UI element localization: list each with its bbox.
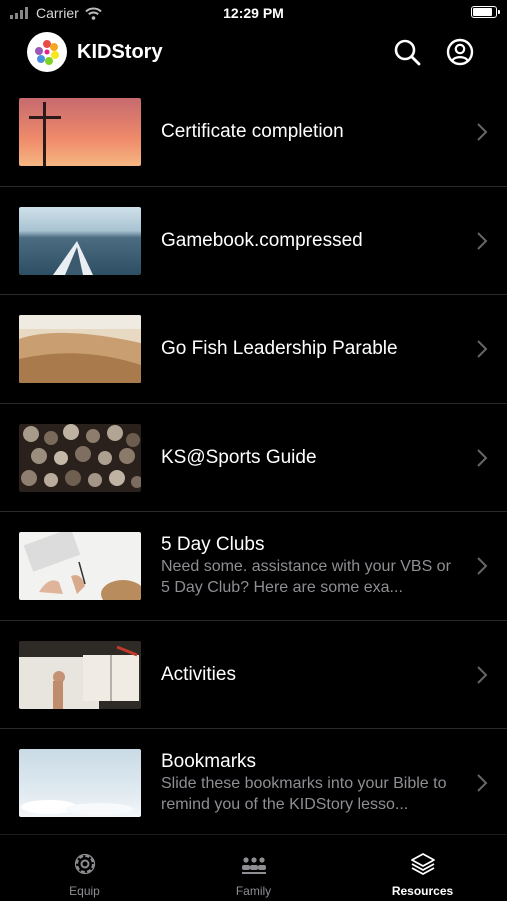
reading-book-image xyxy=(19,640,141,709)
list-item-title: Certificate completion xyxy=(161,121,344,143)
list-item-text: Gamebook.compressed xyxy=(161,187,457,295)
battery-icon xyxy=(471,6,500,18)
list-item-title: KS@Sports Guide xyxy=(161,446,317,468)
app-header: KIDStory xyxy=(0,28,507,78)
layers-icon xyxy=(411,853,435,875)
chevron-right-icon xyxy=(477,665,488,684)
cross-sunset-image xyxy=(19,98,141,166)
list-item[interactable]: KS@Sports Guide xyxy=(0,404,507,512)
tab-label: Resources xyxy=(391,884,454,898)
list-item-title: Go Fish Leadership Parable xyxy=(161,338,398,360)
list-item[interactable]: Certificate completion xyxy=(0,78,507,187)
list-item[interactable]: Go Fish Leadership Parable xyxy=(0,295,507,404)
list-item-text: Certificate completion xyxy=(161,78,457,186)
chevron-right-icon xyxy=(477,123,488,141)
list-item[interactable]: 5 Day Clubs Need some. assistance with y… xyxy=(0,512,507,621)
tab-resources[interactable]: Resources xyxy=(338,835,507,901)
list-item-title: 5 Day Clubs xyxy=(161,534,265,556)
chevron-right-icon xyxy=(477,557,488,575)
list-item-title: Activities xyxy=(161,663,236,685)
tab-equip[interactable]: Equip xyxy=(0,835,169,901)
list-item[interactable]: Bookmarks Slide these bookmarks into you… xyxy=(0,729,507,838)
list-item[interactable]: Activities xyxy=(0,621,507,729)
chevron-right-icon xyxy=(477,448,488,467)
list-item-title: Gamebook.compressed xyxy=(161,229,363,251)
account-icon[interactable] xyxy=(446,38,474,66)
gear-icon xyxy=(74,853,96,875)
tab-label: Equip xyxy=(69,884,100,898)
list-item-subtitle: Need some. assistance with your VBS or 5… xyxy=(161,558,451,597)
list-item-subtitle: Slide these bookmarks into your Bible to… xyxy=(161,775,447,814)
list-item-text: Activities xyxy=(161,621,457,729)
status-bar: Carrier 12:29 PM xyxy=(0,0,507,28)
list-item-title: Bookmarks xyxy=(161,751,257,773)
kayak-lake-image xyxy=(19,206,141,275)
list-item-text: KS@Sports Guide xyxy=(161,404,457,512)
desk-writing-image xyxy=(19,532,141,600)
list-item[interactable]: Gamebook.compressed xyxy=(0,187,507,295)
desert-dunes-image xyxy=(19,315,141,383)
list-item-text: 5 Day Clubs Need some. assistance with y… xyxy=(161,512,457,620)
chevron-right-icon xyxy=(477,231,488,250)
flower-logo-icon[interactable] xyxy=(27,32,67,72)
list-item-text: Bookmarks Slide these bookmarks into you… xyxy=(161,729,457,837)
chevron-right-icon xyxy=(477,774,488,792)
chevron-right-icon xyxy=(477,340,488,358)
tab-label: Family xyxy=(235,884,272,898)
people-group-icon xyxy=(242,857,266,874)
tab-bar: Equip Family Resources xyxy=(0,834,507,901)
app-title: KIDStory xyxy=(77,41,163,63)
search-icon[interactable] xyxy=(393,38,421,66)
log-ends-image xyxy=(19,423,141,492)
status-time: 12:29 PM xyxy=(223,5,284,21)
tab-family[interactable]: Family xyxy=(169,835,338,901)
resource-list: Certificate completion Gamebook.compress… xyxy=(0,78,507,838)
list-item-text: Go Fish Leadership Parable xyxy=(161,295,457,403)
clouds-sky-image xyxy=(19,749,141,817)
